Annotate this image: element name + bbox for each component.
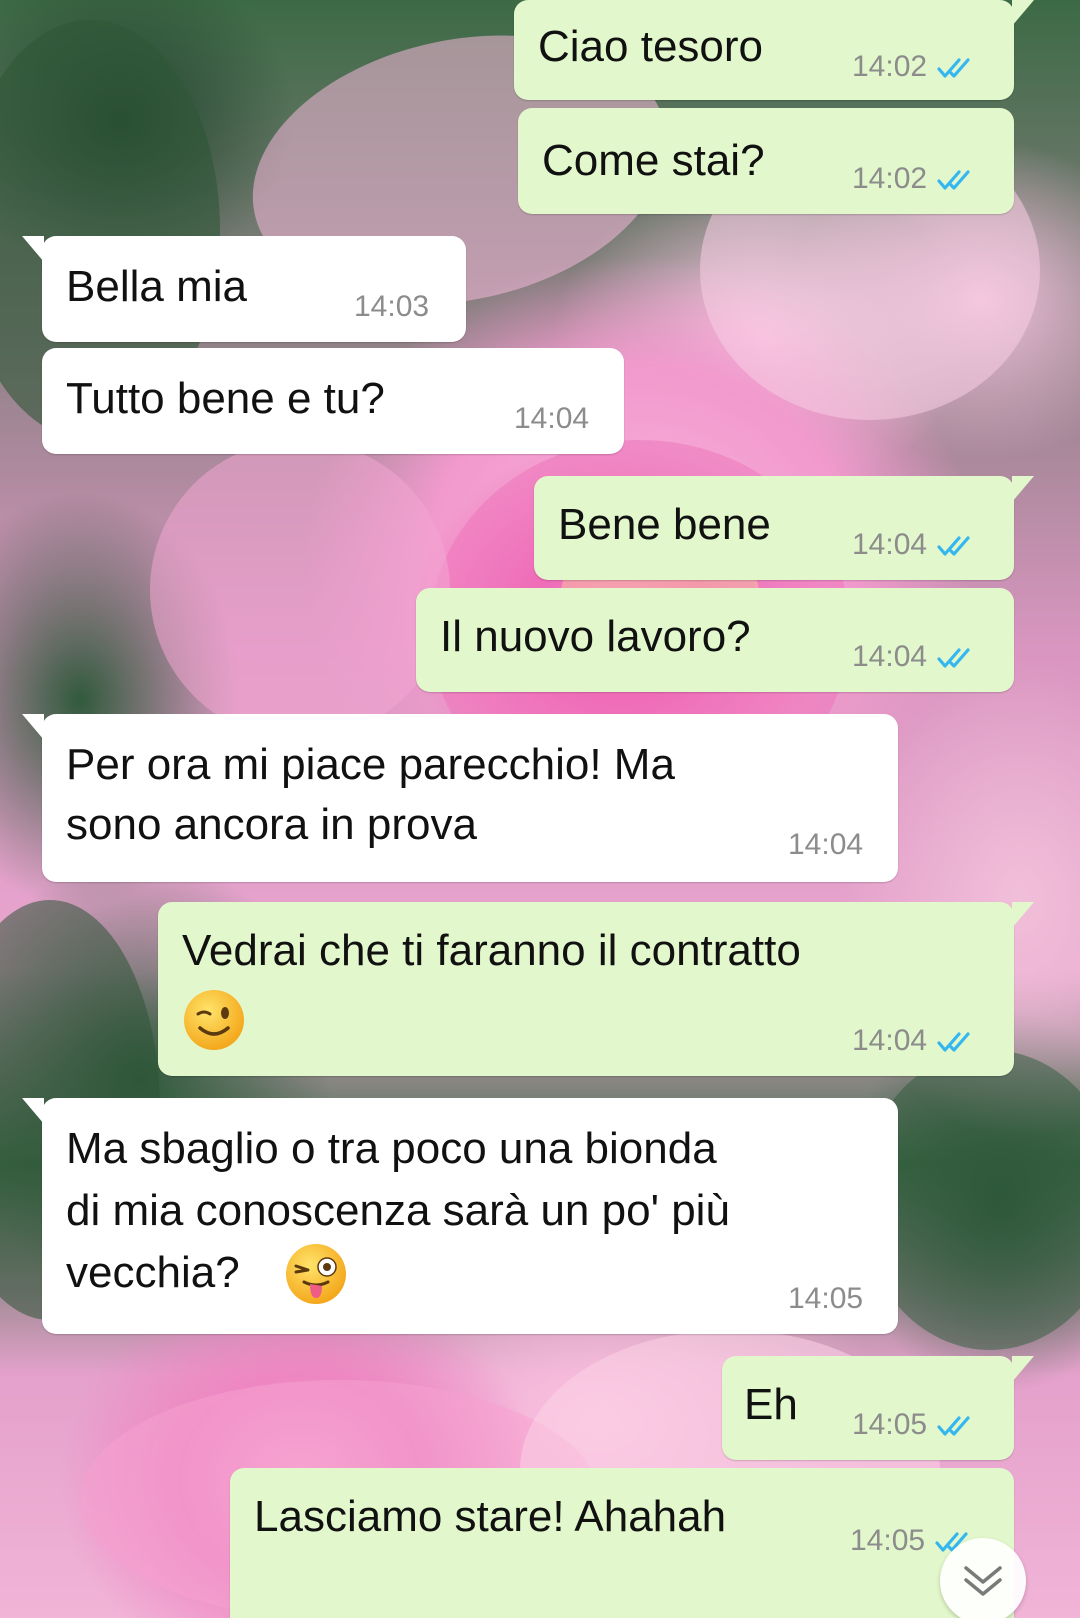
message-meta: 14:02	[852, 162, 981, 196]
outgoing-message[interactable]: Ciao tesoro 14:02	[514, 0, 1034, 100]
incoming-message[interactable]: Tutto bene e tu? 14:04	[42, 348, 624, 454]
winking-face-tongue-emoji	[286, 1244, 346, 1304]
incoming-message[interactable]: Ma sbaglio o tra poco una bionda di mia …	[22, 1098, 898, 1334]
message-time: 14:03	[354, 290, 430, 323]
message-text: Ciao tesoro	[538, 22, 764, 71]
message-text-line: Ma sbaglio o tra poco una bionda	[66, 1124, 717, 1173]
message-text: Bene bene	[558, 500, 771, 549]
incoming-message[interactable]: Per ora mi piace parecchio! Ma sono anco…	[22, 714, 898, 882]
message-text-line: Per ora mi piace parecchio! Ma	[66, 740, 675, 789]
outgoing-message[interactable]: Bene bene 14:04	[534, 476, 1034, 580]
message-time: 14:02	[852, 162, 928, 195]
outgoing-message[interactable]: Come stai? 14:02	[518, 108, 1014, 214]
message-time: 14:04	[852, 528, 928, 561]
message-time: 14:04	[852, 640, 928, 673]
message-text-line: Vedrai che ti faranno il contratto	[182, 926, 801, 975]
message-text: Il nuovo lavoro?	[440, 612, 751, 661]
message-time: 14:05	[852, 1408, 928, 1441]
bubble-tail	[22, 236, 44, 262]
message-time: 14:04	[514, 402, 590, 435]
double-check-icon	[937, 1032, 970, 1052]
message-meta: 14:04	[852, 528, 981, 562]
winking-face-emoji	[184, 990, 244, 1050]
message-time: 14:05	[788, 1282, 864, 1315]
message-text: Tutto bene e tu?	[66, 374, 385, 423]
outgoing-message[interactable]: Lasciamo stare! Ahahah 14:05	[230, 1468, 1014, 1618]
message-text-line: di mia conoscenza sarà un po' più	[66, 1186, 730, 1235]
bubble-tail	[1012, 0, 1034, 26]
message-time: 14:04	[852, 1024, 928, 1057]
bubble-tail	[22, 714, 44, 740]
double-check-icon	[937, 170, 970, 190]
scroll-to-bottom-button[interactable]	[940, 1538, 1026, 1618]
outgoing-message[interactable]: Il nuovo lavoro? 14:04	[416, 588, 1014, 692]
message-text-line: vecchia?	[66, 1248, 240, 1297]
double-check-icon	[937, 648, 970, 668]
bubble-tail	[1012, 1356, 1034, 1382]
message-text: Lasciamo stare! Ahahah	[254, 1492, 727, 1541]
message-text-line: sono ancora in prova	[66, 800, 477, 849]
message-text: Eh	[744, 1380, 798, 1429]
message-time: 14:02	[852, 50, 928, 83]
double-check-icon	[937, 1416, 970, 1436]
double-check-icon	[937, 536, 970, 556]
message-text: Come stai?	[542, 136, 765, 185]
bubble-tail	[22, 1098, 44, 1124]
message-time: 14:04	[788, 828, 864, 861]
chevron-double-down-icon	[964, 1566, 1002, 1596]
message-time: 14:05	[850, 1524, 926, 1557]
message-meta: 14:02	[852, 50, 981, 84]
message-text: Bella mia	[66, 262, 247, 311]
outgoing-message[interactable]: Eh 14:05	[722, 1356, 1034, 1460]
bubble-tail	[1012, 476, 1034, 502]
outgoing-message[interactable]: Vedrai che ti faranno il contratto 14:04	[158, 902, 1034, 1076]
message-meta: 14:04	[852, 640, 981, 674]
message-meta: 14:05	[852, 1408, 981, 1442]
incoming-message[interactable]: Bella mia 14:03	[22, 236, 466, 342]
message-meta: 14:04	[852, 1024, 981, 1058]
bubble-tail	[1012, 902, 1034, 928]
double-check-icon	[937, 58, 970, 78]
